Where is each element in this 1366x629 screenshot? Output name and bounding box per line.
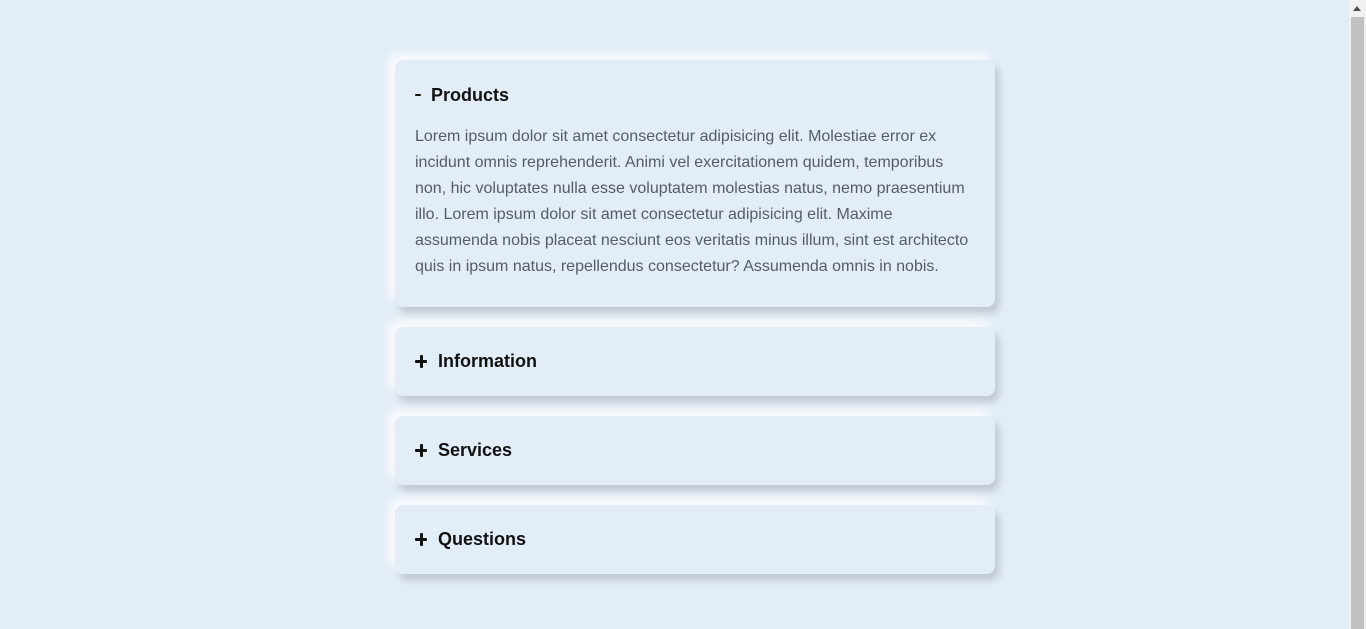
accordion-content: Lorem ipsum dolor sit amet consectetur a…	[415, 128, 969, 275]
accordion-item-services: Services	[395, 416, 995, 485]
scroll-up-arrow-icon[interactable]	[1349, 0, 1366, 17]
plus-icon[interactable]	[415, 530, 427, 550]
minus-icon[interactable]	[415, 85, 421, 105]
plus-icon[interactable]	[415, 441, 427, 461]
vertical-scrollbar[interactable]	[1349, 0, 1366, 629]
accordion-header-products[interactable]: Products	[395, 60, 995, 130]
accordion-header-questions[interactable]: Questions	[395, 505, 995, 574]
accordion-header-services[interactable]: Services	[395, 416, 995, 485]
scrollbar-thumb[interactable]	[1351, 17, 1364, 629]
accordion-header-information[interactable]: Information	[395, 327, 995, 396]
accordion-title: Products	[431, 84, 510, 105]
plus-icon[interactable]	[415, 352, 427, 372]
accordion: Products Lorem ipsum dolor sit amet cons…	[395, 60, 995, 594]
accordion-item-information: Information	[395, 327, 995, 396]
accordion-item-questions: Questions	[395, 505, 995, 574]
accordion-item-products: Products Lorem ipsum dolor sit amet cons…	[395, 60, 995, 307]
accordion-title: Services	[438, 440, 513, 460]
accordion-title: Questions	[438, 529, 527, 549]
page: Products Lorem ipsum dolor sit amet cons…	[0, 0, 1366, 629]
accordion-title: Information	[438, 351, 537, 371]
